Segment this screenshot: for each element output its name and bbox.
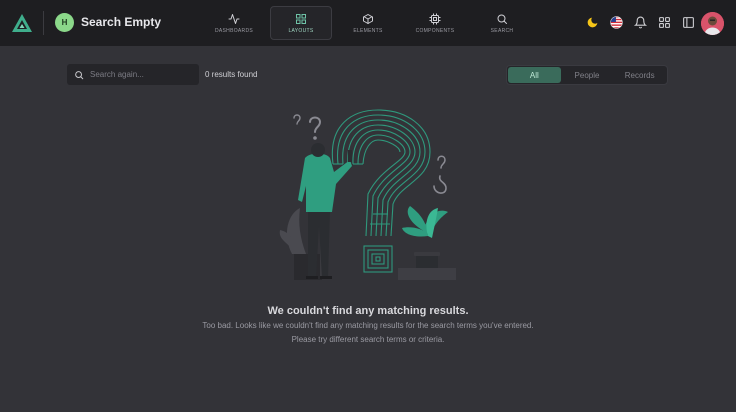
nav-search[interactable]: SEARCH <box>484 6 520 40</box>
bell-icon <box>634 16 647 29</box>
moon-icon <box>587 17 598 28</box>
empty-state-description: Too bad. Looks like we couldn't find any… <box>202 321 534 330</box>
activity-icon <box>228 13 240 24</box>
nav-components[interactable]: COMPONENTS <box>410 6 460 40</box>
search-input[interactable] <box>90 70 190 79</box>
tab-records[interactable]: Records <box>613 67 666 83</box>
right-plant <box>398 206 456 280</box>
results-count: 0 results found <box>205 70 258 79</box>
panel-toggle-button[interactable] <box>682 16 695 29</box>
maze-question-mark <box>331 109 431 273</box>
nav-dashboards[interactable]: DASHBOARDS <box>210 6 258 40</box>
filter-tabs: All People Records <box>506 65 668 85</box>
notifications-button[interactable] <box>634 16 647 29</box>
grid-icon <box>296 13 306 24</box>
nav-layouts[interactable]: LAYOUTS <box>270 6 332 40</box>
empty-search-illustration <box>279 109 456 280</box>
workspace-avatar[interactable]: H <box>55 13 74 32</box>
header-divider <box>43 11 44 35</box>
box-icon <box>363 13 373 24</box>
app-logo[interactable] <box>11 13 33 33</box>
sidebar-panel-icon <box>683 17 694 28</box>
user-avatar-icon <box>701 12 724 35</box>
language-selector[interactable] <box>609 16 623 29</box>
nav-layouts-label: LAYOUTS <box>288 27 314 34</box>
apps-button[interactable] <box>658 16 671 29</box>
us-flag-icon <box>609 16 623 29</box>
empty-state-title: We couldn't find any matching results. <box>267 305 469 317</box>
search-icon <box>75 70 84 79</box>
top-navbar: H Search Empty DASHBOARDS LAYOUTS ELEMEN… <box>0 0 736 46</box>
nav-search-label: SEARCH <box>490 27 514 34</box>
empty-state-hint: Please try different search terms or cri… <box>291 335 445 344</box>
theme-toggle[interactable] <box>586 16 599 29</box>
nav-elements-label: ELEMENTS <box>353 27 383 34</box>
page-title: Search Empty <box>81 15 162 29</box>
nav-elements[interactable]: ELEMENTS <box>346 6 390 40</box>
tab-people[interactable]: People <box>561 67 614 83</box>
apps-grid-icon <box>659 17 670 28</box>
nav-components-label: COMPONENTS <box>415 27 455 34</box>
tab-all[interactable]: All <box>508 67 561 83</box>
nav-dashboards-label: DASHBOARDS <box>214 27 253 34</box>
cpu-icon <box>429 13 441 24</box>
search-input-wrapper[interactable] <box>67 64 199 85</box>
search-icon <box>497 14 507 24</box>
user-avatar[interactable] <box>701 12 724 35</box>
